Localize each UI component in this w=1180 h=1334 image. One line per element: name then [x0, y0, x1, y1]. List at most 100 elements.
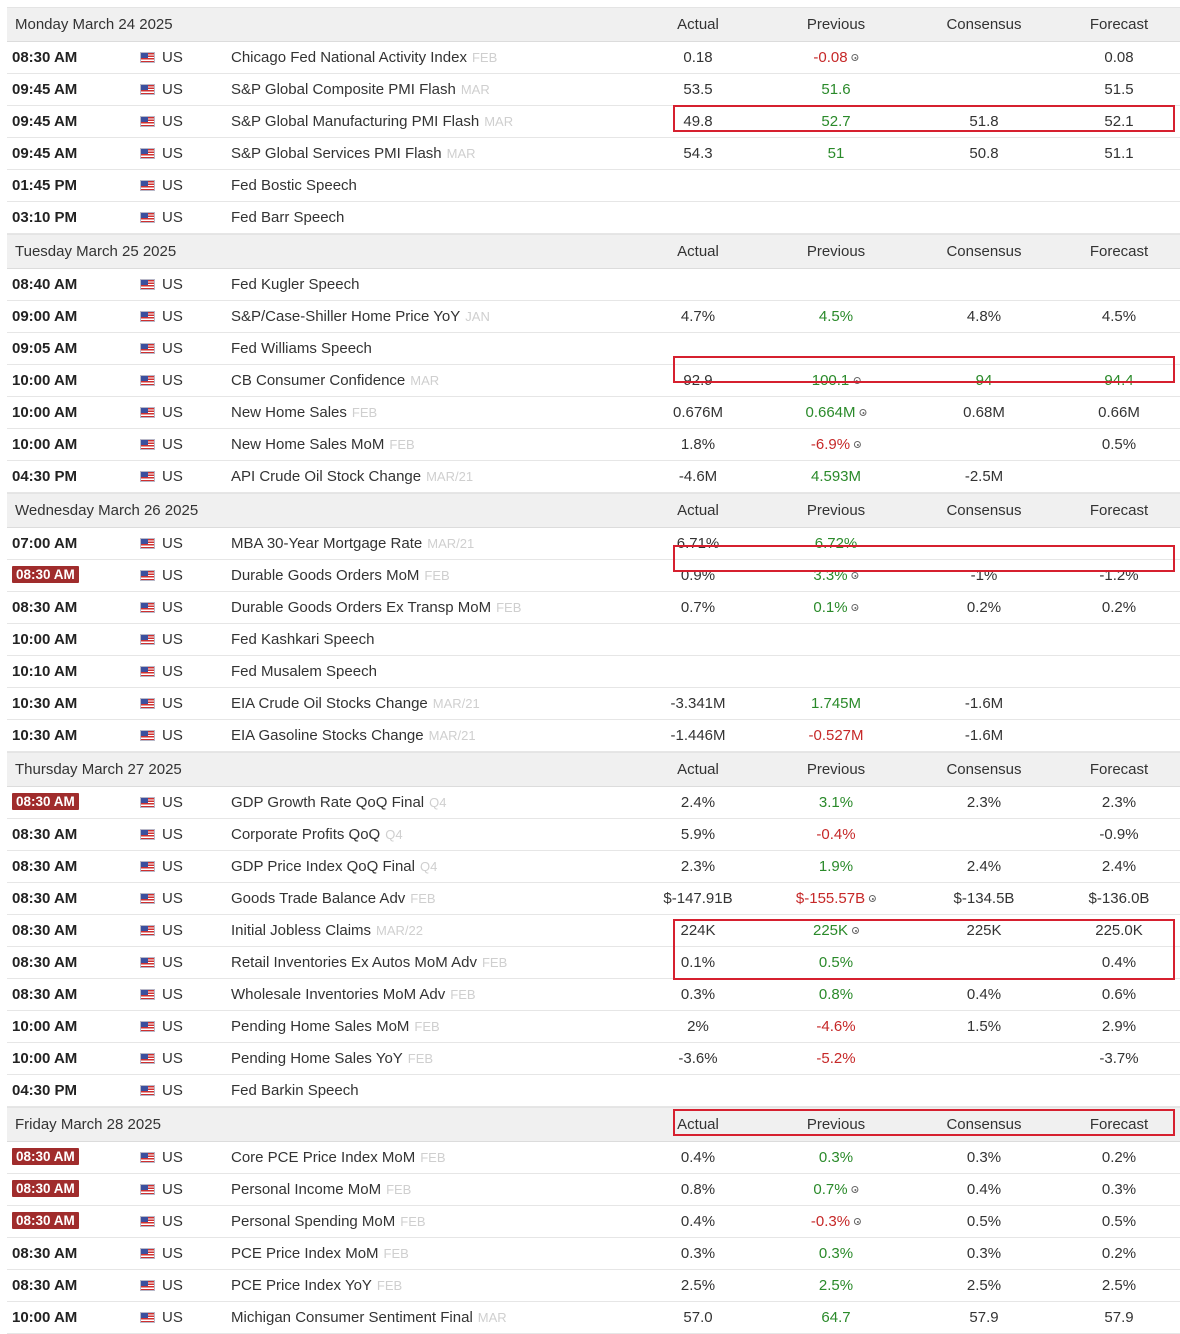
event-name-text[interactable]: GDP Growth Rate QoQ Final	[231, 794, 424, 811]
event-row[interactable]: 08:30 AM US Chicago Fed National Activity …	[7, 42, 1180, 74]
event-name[interactable]: Durable Goods Orders Ex Transp MoM FEB	[231, 599, 521, 616]
revised-icon[interactable]	[851, 1186, 859, 1193]
event-name-text[interactable]: Fed Musalem Speech	[231, 663, 377, 680]
event-name[interactable]: PCE Price Index YoY FEB	[231, 1277, 402, 1294]
event-row[interactable]: 10:00 AM US Pending Home Sales YoY FEB -3.6%…	[7, 1043, 1180, 1075]
event-name-text[interactable]: S&P Global Manufacturing PMI Flash	[231, 113, 479, 130]
event-row[interactable]: 01:45 PM US Fed Bostic Speech	[7, 170, 1180, 202]
event-row[interactable]: 08:30 AM US Corporate Profits QoQ Q4 5.9% -0.…	[7, 819, 1180, 851]
event-name[interactable]: Personal Spending MoM FEB	[231, 1213, 426, 1230]
event-row[interactable]: 08:30 AM US Personal Spending MoM FEB 0.4% -0…	[7, 1206, 1180, 1238]
event-name-text[interactable]: Core PCE Price Index MoM	[231, 1149, 415, 1166]
event-row[interactable]: 08:30 AM US Core PCE Price Index MoM FEB 0.4…	[7, 1142, 1180, 1174]
event-name[interactable]: Initial Jobless Claims MAR/22	[231, 922, 423, 939]
event-name-text[interactable]: EIA Crude Oil Stocks Change	[231, 695, 428, 712]
event-name-text[interactable]: Personal Spending MoM	[231, 1213, 395, 1230]
event-row[interactable]: 04:30 PM US API Crude Oil Stock Change MAR/…	[7, 461, 1180, 493]
event-name-text[interactable]: GDP Price Index QoQ Final	[231, 858, 415, 875]
event-name[interactable]: Durable Goods Orders MoM FEB	[231, 567, 450, 584]
event-name-text[interactable]: S&P Global Services PMI Flash	[231, 145, 442, 162]
event-name[interactable]: S&P/Case-Shiller Home Price YoY JAN	[231, 308, 490, 325]
event-row[interactable]: 04:30 PM US Fed Barkin Speech	[7, 1075, 1180, 1107]
event-name[interactable]: CB Consumer Confidence MAR	[231, 372, 439, 389]
event-name[interactable]: S&P Global Services PMI Flash MAR	[231, 145, 476, 162]
event-name-text[interactable]: Durable Goods Orders MoM	[231, 567, 419, 584]
event-name[interactable]: Chicago Fed National Activity Index FEB	[231, 49, 497, 66]
event-name-text[interactable]: API Crude Oil Stock Change	[231, 468, 421, 485]
event-row[interactable]: 09:05 AM US Fed Williams Speech	[7, 333, 1180, 365]
event-name[interactable]: Fed Williams Speech	[231, 340, 372, 357]
revised-icon[interactable]	[851, 572, 859, 579]
revised-icon[interactable]	[853, 377, 861, 384]
event-name-text[interactable]: Wholesale Inventories MoM Adv	[231, 986, 445, 1003]
event-name-text[interactable]: Fed Barkin Speech	[231, 1082, 359, 1099]
event-row[interactable]: 10:30 AM US EIA Gasoline Stocks Change MAR/…	[7, 720, 1180, 752]
event-name[interactable]: Retail Inventories Ex Autos MoM Adv FEB	[231, 954, 507, 971]
event-name[interactable]: S&P Global Manufacturing PMI Flash MAR	[231, 113, 513, 130]
event-row[interactable]: 10:00 AM US New Home Sales MoM FEB 1.8% -6.9%…	[7, 429, 1180, 461]
event-name[interactable]: Pending Home Sales YoY FEB	[231, 1050, 433, 1067]
event-name-text[interactable]: New Home Sales MoM	[231, 436, 384, 453]
event-row[interactable]: 09:00 AM US S&P/Case-Shiller Home Price Yo…	[7, 301, 1180, 333]
event-name[interactable]: Personal Income MoM FEB	[231, 1181, 411, 1198]
event-name-text[interactable]: S&P/Case-Shiller Home Price YoY	[231, 308, 460, 325]
event-name-text[interactable]: Fed Kashkari Speech	[231, 631, 374, 648]
event-row[interactable]: 08:30 AM US Durable Goods Orders Ex Transp…	[7, 592, 1180, 624]
event-row[interactable]: 10:30 AM US EIA Crude Oil Stocks Change MAR…	[7, 688, 1180, 720]
event-row[interactable]: 03:10 PM US Fed Barr Speech	[7, 202, 1180, 234]
event-row[interactable]: 08:30 AM US Personal Income MoM FEB 0.8% 0.7%…	[7, 1174, 1180, 1206]
event-row[interactable]: 08:30 AM US GDP Price Index QoQ Final Q4 2.3…	[7, 851, 1180, 883]
event-row[interactable]: 08:30 AM US PCE Price Index YoY FEB 2.5% 2.5%…	[7, 1270, 1180, 1302]
event-name[interactable]: EIA Gasoline Stocks Change MAR/21	[231, 727, 476, 744]
event-name-text[interactable]: Fed Bostic Speech	[231, 177, 357, 194]
event-name-text[interactable]: Fed Barr Speech	[231, 209, 344, 226]
event-row[interactable]: 10:00 AM US CB Consumer Confidence MAR 92.9 1…	[7, 365, 1180, 397]
event-name[interactable]: MBA 30-Year Mortgage Rate MAR/21	[231, 535, 474, 552]
event-name[interactable]: GDP Growth Rate QoQ Final Q4	[231, 794, 446, 811]
event-name[interactable]: PCE Price Index MoM FEB	[231, 1245, 409, 1262]
event-name-text[interactable]: Initial Jobless Claims	[231, 922, 371, 939]
event-name[interactable]: Wholesale Inventories MoM Adv FEB	[231, 986, 476, 1003]
event-row[interactable]: 08:40 AM US Fed Kugler Speech	[7, 269, 1180, 301]
event-name-text[interactable]: MBA 30-Year Mortgage Rate	[231, 535, 422, 552]
event-row[interactable]: 10:00 AM US Fed Kashkari Speech	[7, 624, 1180, 656]
event-name-text[interactable]: Fed Kugler Speech	[231, 276, 359, 293]
event-row[interactable]: 10:10 AM US Fed Musalem Speech	[7, 656, 1180, 688]
event-name-text[interactable]: Durable Goods Orders Ex Transp MoM	[231, 599, 491, 616]
event-name[interactable]: Fed Kashkari Speech	[231, 631, 374, 648]
event-name-text[interactable]: Chicago Fed National Activity Index	[231, 49, 467, 66]
event-row[interactable]: 08:30 AM US Wholesale Inventories MoM Adv F…	[7, 979, 1180, 1011]
event-row[interactable]: 10:00 AM US Pending Home Sales MoM FEB 2% -4.…	[7, 1011, 1180, 1043]
event-name[interactable]: Fed Kugler Speech	[231, 276, 359, 293]
revised-icon[interactable]	[854, 441, 862, 448]
event-name[interactable]: EIA Crude Oil Stocks Change MAR/21	[231, 695, 480, 712]
event-name-text[interactable]: PCE Price Index MoM	[231, 1245, 379, 1262]
event-name-text[interactable]: Pending Home Sales MoM	[231, 1018, 409, 1035]
event-name[interactable]: Fed Bostic Speech	[231, 177, 357, 194]
event-row[interactable]: 08:30 AM US Initial Jobless Claims MAR/22 22…	[7, 915, 1180, 947]
event-row[interactable]: 08:30 AM US GDP Growth Rate QoQ Final Q4 2.4…	[7, 787, 1180, 819]
event-name[interactable]: GDP Price Index QoQ Final Q4	[231, 858, 437, 875]
event-name-text[interactable]: Michigan Consumer Sentiment Final	[231, 1309, 473, 1326]
event-row[interactable]: 08:30 AM US Goods Trade Balance Adv FEB $-14…	[7, 883, 1180, 915]
event-name-text[interactable]: Goods Trade Balance Adv	[231, 890, 405, 907]
event-name-text[interactable]: Pending Home Sales YoY	[231, 1050, 403, 1067]
event-name-text[interactable]: Corporate Profits QoQ	[231, 826, 380, 843]
event-row[interactable]: 09:45 AM US S&P Global Composite PMI Flash…	[7, 74, 1180, 106]
event-name-text[interactable]: S&P Global Composite PMI Flash	[231, 81, 456, 98]
event-row[interactable]: 10:00 AM US New Home Sales FEB 0.676M 0.664M 0…	[7, 397, 1180, 429]
event-name[interactable]: Michigan Consumer Sentiment Final MAR	[231, 1309, 507, 1326]
event-name[interactable]: Core PCE Price Index MoM FEB	[231, 1149, 446, 1166]
revised-icon[interactable]	[851, 604, 859, 611]
event-name-text[interactable]: Retail Inventories Ex Autos MoM Adv	[231, 954, 477, 971]
event-name[interactable]: Pending Home Sales MoM FEB	[231, 1018, 440, 1035]
event-row[interactable]: 09:45 AM US S&P Global Services PMI Flash M…	[7, 138, 1180, 170]
revised-icon[interactable]	[852, 927, 860, 934]
event-row[interactable]: 08:30 AM US Durable Goods Orders MoM FEB 0.9…	[7, 560, 1180, 592]
event-name-text[interactable]: Fed Williams Speech	[231, 340, 372, 357]
event-row[interactable]: 08:30 AM US PCE Price Index MoM FEB 0.3% 0.3%…	[7, 1238, 1180, 1270]
revised-icon[interactable]	[859, 409, 867, 416]
revised-icon[interactable]	[869, 895, 877, 902]
event-name[interactable]: Corporate Profits QoQ Q4	[231, 826, 403, 843]
event-name[interactable]: Fed Musalem Speech	[231, 663, 377, 680]
